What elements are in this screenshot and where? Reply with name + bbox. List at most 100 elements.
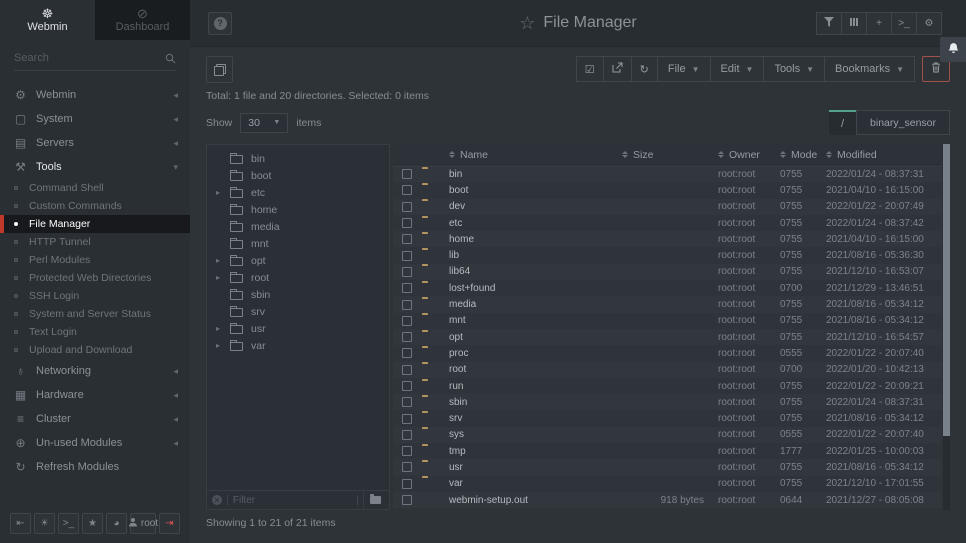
file-row-webmin-setup-out[interactable]: webmin-setup.out918 bytesroot:root064420… bbox=[393, 492, 942, 508]
logout-button[interactable]: ⇥ bbox=[159, 513, 180, 534]
row-checkbox[interactable] bbox=[402, 462, 412, 472]
sort-icon[interactable] bbox=[449, 151, 455, 158]
file-name[interactable]: lib bbox=[449, 247, 622, 263]
sidebar-item-http-tunnel[interactable]: HTTP Tunnel bbox=[0, 233, 190, 251]
row-checkbox[interactable] bbox=[402, 251, 412, 261]
expand-arrow-icon[interactable]: ▸ bbox=[216, 341, 227, 350]
column-header-mode[interactable]: Mode bbox=[780, 144, 826, 166]
file-row-var[interactable]: varroot:root07552021/12/10 - 17:01:55 bbox=[393, 476, 942, 492]
expand-arrow-icon[interactable]: ▸ bbox=[216, 273, 227, 282]
file-name[interactable]: opt bbox=[449, 329, 622, 345]
expand-arrow-icon[interactable]: ▸ bbox=[216, 256, 227, 265]
row-checkbox[interactable] bbox=[402, 202, 412, 212]
expand-arrow-icon[interactable]: ▸ bbox=[216, 188, 227, 197]
sort-icon[interactable] bbox=[622, 151, 628, 158]
file-name[interactable]: dev bbox=[449, 199, 622, 215]
file-row-bin[interactable]: binroot:root07552022/01/24 - 08:37:31 bbox=[393, 166, 942, 182]
language-button[interactable]: ◕ bbox=[106, 513, 127, 534]
row-checkbox[interactable] bbox=[402, 169, 412, 179]
tree-item-media[interactable]: media bbox=[207, 218, 389, 235]
row-checkbox[interactable] bbox=[402, 446, 412, 456]
file-name[interactable]: srv bbox=[449, 410, 622, 426]
file-row-etc[interactable]: etcroot:root07552022/01/24 - 08:37:42 bbox=[393, 215, 942, 231]
file-name[interactable]: boot bbox=[449, 182, 622, 198]
user-button[interactable]: root bbox=[130, 513, 156, 534]
tree-item-bin[interactable]: bin bbox=[207, 150, 389, 167]
export-button[interactable] bbox=[603, 56, 632, 82]
column-header-name[interactable]: Name bbox=[449, 144, 622, 166]
sidebar-item-upload-and-download[interactable]: Upload and Download bbox=[0, 341, 190, 359]
sort-icon[interactable] bbox=[718, 151, 724, 158]
file-row-sys[interactable]: sysroot:root05552022/01/22 - 20:07:40 bbox=[393, 427, 942, 443]
tree-item-sbin[interactable]: sbin bbox=[207, 286, 389, 303]
refresh-button[interactable]: ↻ bbox=[631, 56, 658, 82]
sidebar-item-servers[interactable]: ▤Servers◂ bbox=[0, 131, 190, 155]
column-header-modified[interactable]: Modified bbox=[826, 144, 942, 166]
tree-item-usr[interactable]: ▸usr bbox=[207, 320, 389, 337]
settings-button[interactable]: ⚙ bbox=[916, 12, 942, 35]
file-name[interactable]: lib64 bbox=[449, 264, 622, 280]
row-checkbox[interactable] bbox=[402, 414, 412, 424]
sidebar-item-system-and-server-status[interactable]: System and Server Status bbox=[0, 305, 190, 323]
filter-button[interactable] bbox=[816, 12, 842, 35]
file-row-usr[interactable]: usrroot:root07552021/08/16 - 05:34:12 bbox=[393, 459, 942, 475]
column-header-owner[interactable]: Owner bbox=[718, 144, 780, 166]
help-button[interactable]: ? bbox=[208, 12, 232, 35]
notifications-bell-button[interactable] bbox=[940, 37, 966, 62]
file-row-root[interactable]: rootroot:root07002022/01/20 - 10:42:13 bbox=[393, 362, 942, 378]
shell-button[interactable]: >_ bbox=[58, 513, 79, 534]
scrollbar-thumb[interactable] bbox=[943, 144, 950, 436]
file-name[interactable]: webmin-setup.out bbox=[449, 492, 622, 508]
tree-item-etc[interactable]: ▸etc bbox=[207, 184, 389, 201]
row-checkbox[interactable] bbox=[402, 381, 412, 391]
clone-window-button[interactable] bbox=[206, 56, 233, 83]
sidebar-item-refresh-modules[interactable]: ↻Refresh Modules bbox=[0, 455, 190, 479]
tree-item-boot[interactable]: boot bbox=[207, 167, 389, 184]
file-name[interactable]: var bbox=[449, 476, 622, 492]
favorites-button[interactable]: ★ bbox=[82, 513, 103, 534]
file-name[interactable]: lost+found bbox=[449, 280, 622, 296]
tree-folder-button[interactable] bbox=[363, 491, 384, 509]
sidebar-item-ssh-login[interactable]: SSH Login bbox=[0, 287, 190, 305]
file-row-opt[interactable]: optroot:root07552021/12/10 - 16:54:57 bbox=[393, 329, 942, 345]
tree-item-mnt[interactable]: mnt bbox=[207, 235, 389, 252]
tree-item-root[interactable]: ▸root bbox=[207, 269, 389, 286]
page-size-select[interactable]: 30 ▼ bbox=[240, 113, 288, 133]
row-checkbox[interactable] bbox=[402, 348, 412, 358]
file-row-proc[interactable]: procroot:root05552022/01/22 - 20:07:40 bbox=[393, 345, 942, 361]
row-checkbox[interactable] bbox=[402, 365, 412, 375]
row-checkbox[interactable] bbox=[402, 430, 412, 440]
sidebar-item-cluster[interactable]: ≡Cluster◂ bbox=[0, 407, 190, 431]
file-row-home[interactable]: homeroot:root07552021/04/10 - 16:15:00 bbox=[393, 231, 942, 247]
clear-filter-icon[interactable]: ✕ bbox=[212, 495, 222, 505]
sidebar-item-custom-commands[interactable]: Custom Commands bbox=[0, 197, 190, 215]
file-name[interactable]: mnt bbox=[449, 313, 622, 329]
sidebar-item-hardware[interactable]: ▦Hardware◂ bbox=[0, 383, 190, 407]
column-header-size[interactable]: Size bbox=[622, 144, 718, 166]
file-name[interactable]: proc bbox=[449, 345, 622, 361]
row-checkbox[interactable] bbox=[402, 283, 412, 293]
tree-item-srv[interactable]: srv bbox=[207, 303, 389, 320]
sidebar-item-system[interactable]: ▢System◂ bbox=[0, 107, 190, 131]
row-checkbox[interactable] bbox=[402, 234, 412, 244]
file-name[interactable]: sbin bbox=[449, 394, 622, 410]
file-name[interactable]: run bbox=[449, 378, 622, 394]
menu-file[interactable]: File▼ bbox=[657, 56, 711, 82]
row-checkbox[interactable] bbox=[402, 185, 412, 195]
sidebar-item-un-used-modules[interactable]: ⊕Un-used Modules◂ bbox=[0, 431, 190, 455]
row-checkbox[interactable] bbox=[402, 267, 412, 277]
columns-button[interactable] bbox=[841, 12, 867, 35]
file-row-mnt[interactable]: mntroot:root07552021/08/16 - 05:34:12 bbox=[393, 313, 942, 329]
file-row-boot[interactable]: bootroot:root07552021/04/10 - 16:15:00 bbox=[393, 182, 942, 198]
tree-item-var[interactable]: ▸var bbox=[207, 337, 389, 354]
file-name[interactable]: media bbox=[449, 296, 622, 312]
file-name[interactable]: root bbox=[449, 362, 622, 378]
file-row-srv[interactable]: srvroot:root07552021/08/16 - 05:34:12 bbox=[393, 410, 942, 426]
row-checkbox[interactable] bbox=[402, 397, 412, 407]
expand-arrow-icon[interactable]: ▸ bbox=[216, 324, 227, 333]
select-all-button[interactable]: ☑ bbox=[576, 56, 604, 82]
menu-bookmarks[interactable]: Bookmarks▼ bbox=[824, 56, 915, 82]
file-row-tmp[interactable]: tmproot:root17772022/01/25 - 10:00:03 bbox=[393, 443, 942, 459]
theme-button[interactable]: ☀ bbox=[34, 513, 55, 534]
collapse-sidebar-button[interactable]: ⇤ bbox=[10, 513, 31, 534]
